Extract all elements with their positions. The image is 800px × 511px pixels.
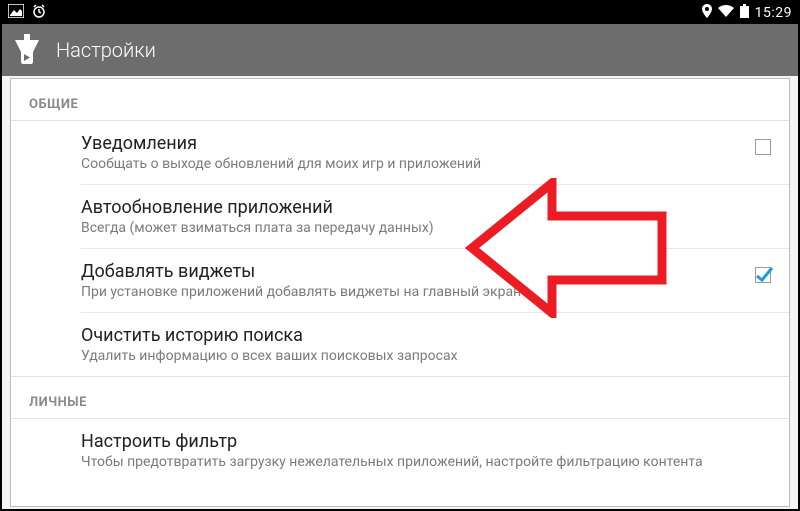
row-add-widgets[interactable]: Добавлять виджеты При установке приложен… xyxy=(11,249,789,312)
row-subtitle: Чтобы предотвратить загрузку нежелательн… xyxy=(81,454,731,470)
row-title: Автообновление приложений xyxy=(81,197,731,218)
section-header-general: ОБЩИЕ xyxy=(11,79,789,120)
picture-icon xyxy=(8,4,24,22)
battery-icon xyxy=(740,4,749,22)
status-clock: 15:29 xyxy=(755,5,792,21)
row-subtitle: Удалить информацию о всех ваших поисковы… xyxy=(81,348,731,364)
row-title: Уведомления xyxy=(81,133,731,154)
statusbar: 15:29 xyxy=(2,2,798,24)
row-title: Очистить историю поиска xyxy=(81,325,731,346)
appbar: Настройки xyxy=(2,24,798,76)
row-notifications[interactable]: Уведомления Сообщать о выходе обновлений… xyxy=(11,121,789,184)
row-title: Настроить фильтр xyxy=(81,431,731,452)
section-header-personal: ЛИЧНЫЕ xyxy=(11,377,789,418)
play-store-icon[interactable] xyxy=(12,34,42,66)
row-configure-filter[interactable]: Настроить фильтр Чтобы предотвратить заг… xyxy=(11,419,789,482)
alarm-icon xyxy=(32,4,46,22)
checkbox-add-widgets[interactable] xyxy=(755,267,771,283)
wifi-icon xyxy=(718,5,734,21)
row-title: Добавлять виджеты xyxy=(81,261,731,282)
screen: 15:29 Настройки ОБЩИЕ Уведомления Сообща… xyxy=(0,0,800,511)
checkbox-notifications[interactable] xyxy=(755,139,771,155)
row-clear-search[interactable]: Очистить историю поиска Удалить информац… xyxy=(11,313,789,376)
row-autoupdate[interactable]: Автообновление приложений Всегда (может … xyxy=(11,185,789,248)
row-subtitle: Сообщать о выходе обновлений для моих иг… xyxy=(81,156,731,172)
row-subtitle: Всегда (может взиматься плата за передач… xyxy=(81,220,731,236)
settings-list: ОБЩИЕ Уведомления Сообщать о выходе обно… xyxy=(10,78,790,507)
appbar-title: Настройки xyxy=(56,38,156,62)
location-icon xyxy=(702,4,712,22)
row-subtitle: При установке приложений добавлять видже… xyxy=(81,284,731,300)
